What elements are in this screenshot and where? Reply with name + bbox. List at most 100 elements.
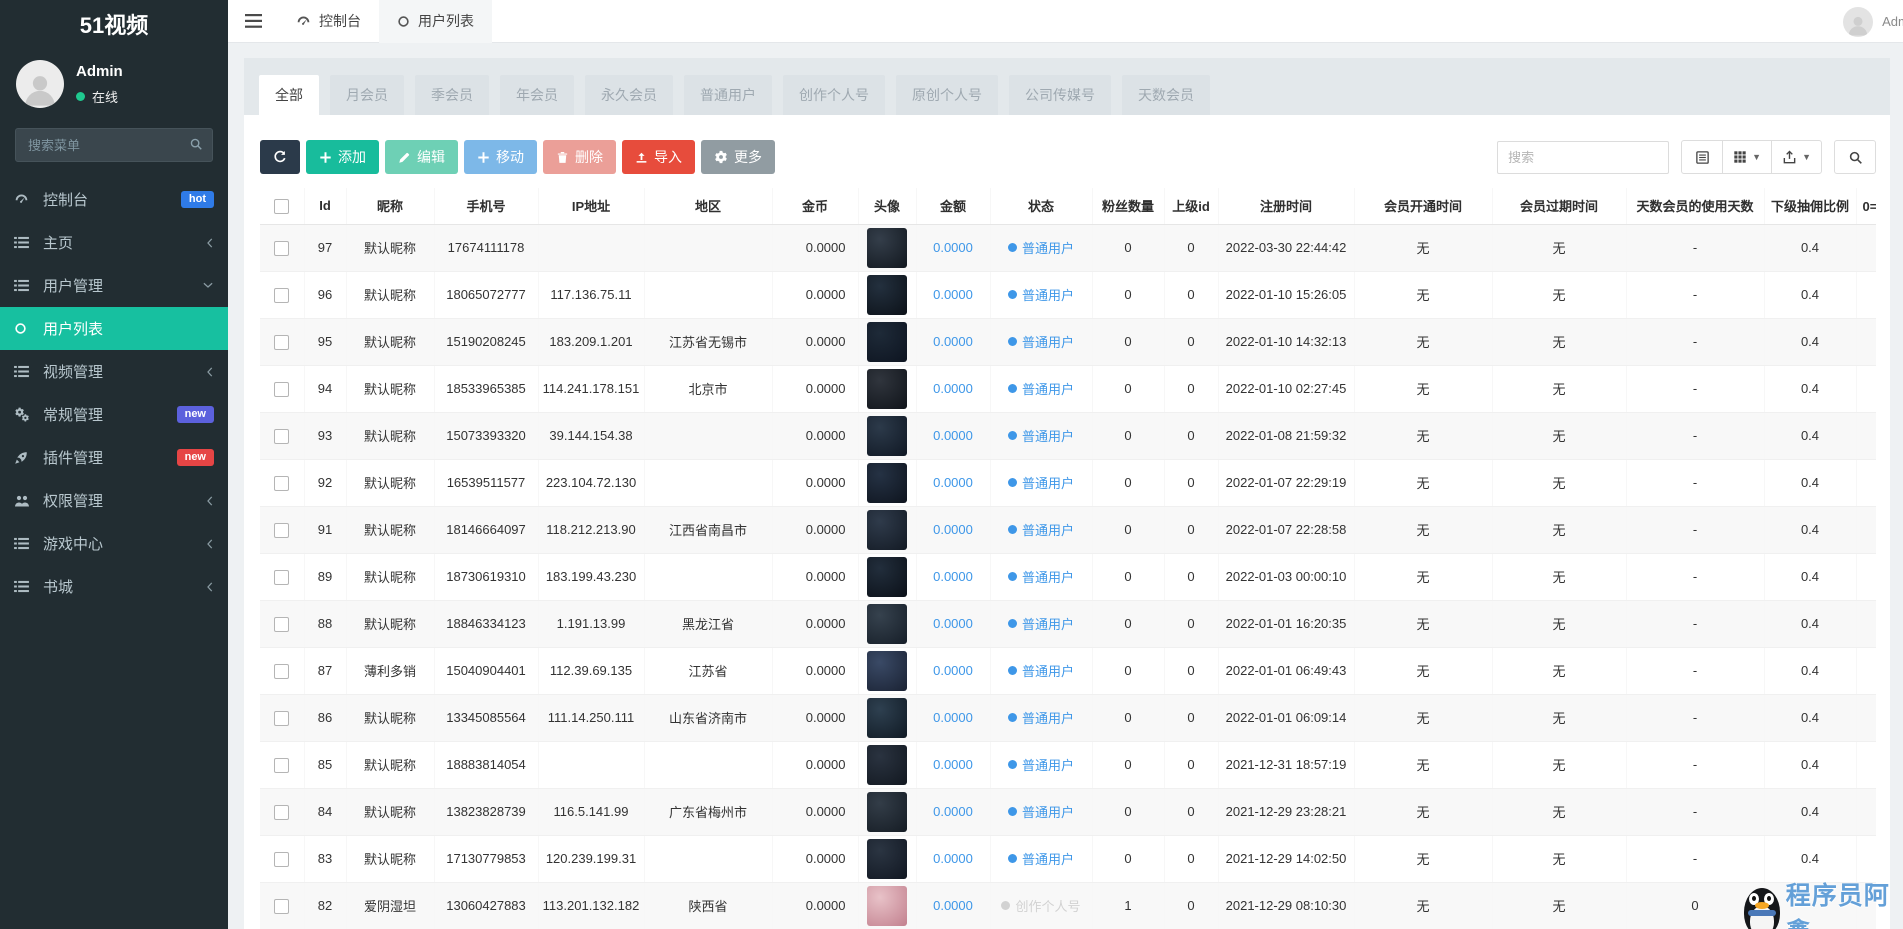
sidebar-item-插件管理[interactable]: 插件管理new <box>0 436 228 479</box>
amount-link[interactable]: 0.0000 <box>933 804 973 819</box>
cell-fans: 0 <box>1092 647 1164 694</box>
cell-ip: 183.199.43.230 <box>538 553 644 600</box>
amount-link[interactable]: 0.0000 <box>933 428 973 443</box>
refresh-icon <box>273 150 287 164</box>
row-checkbox[interactable] <box>274 664 289 679</box>
refresh-button[interactable] <box>260 140 300 174</box>
sidebar-item-游戏中心[interactable]: 游戏中心 <box>0 522 228 565</box>
row-checkbox[interactable] <box>274 711 289 726</box>
cell-nickname: 默认昵称 <box>346 318 434 365</box>
amount-link[interactable]: 0.0000 <box>933 569 973 584</box>
columns-view-button[interactable]: ▼ <box>1722 140 1772 174</box>
cell-vip-open: 无 <box>1354 412 1492 459</box>
amount-link[interactable]: 0.0000 <box>933 616 973 631</box>
topbar-user[interactable]: Admin <box>1843 0 1903 43</box>
import-button[interactable]: 导入 <box>622 140 695 174</box>
row-checkbox[interactable] <box>274 570 289 585</box>
cell-actions <box>1856 647 1876 694</box>
detail-view-button[interactable] <box>1681 140 1723 174</box>
cell-status: 普通用户 <box>990 224 1092 271</box>
filter-tab-年会员[interactable]: 年会员 <box>500 75 574 115</box>
filter-tab-公司传媒号[interactable]: 公司传媒号 <box>1009 75 1111 115</box>
filter-tab-全部[interactable]: 全部 <box>259 75 319 115</box>
amount-link[interactable]: 0.0000 <box>933 663 973 678</box>
row-checkbox[interactable] <box>274 758 289 773</box>
hamburger-menu-icon[interactable] <box>228 0 278 43</box>
sidebar-item-书城[interactable]: 书城 <box>0 565 228 608</box>
add-button[interactable]: 添加 <box>306 140 379 174</box>
cell-id: 89 <box>304 553 346 600</box>
sidebar-item-常规管理[interactable]: 常规管理new <box>0 393 228 436</box>
topbar-tab-控制台[interactable]: 控制台 <box>278 0 379 43</box>
more-button[interactable]: 更多 <box>701 140 775 174</box>
filter-tab-月会员[interactable]: 月会员 <box>330 75 404 115</box>
amount-link[interactable]: 0.0000 <box>933 334 973 349</box>
cell-vip-open: 无 <box>1354 600 1492 647</box>
table-row: 82爱阴湿坦13060427883113.201.132.182陕西省0.000… <box>260 882 1876 929</box>
row-checkbox[interactable] <box>274 241 289 256</box>
amount-link[interactable]: 0.0000 <box>933 381 973 396</box>
amount-link[interactable]: 0.0000 <box>933 898 973 913</box>
status-dot-icon <box>1008 337 1017 346</box>
row-checkbox[interactable] <box>274 476 289 491</box>
cell-id: 97 <box>304 224 346 271</box>
row-checkbox[interactable] <box>274 805 289 820</box>
cell-select <box>260 224 304 271</box>
advanced-search-button[interactable] <box>1834 140 1876 174</box>
table-row: 93默认昵称1507339332039.144.154.380.00000.00… <box>260 412 1876 459</box>
filter-tab-季会员[interactable]: 季会员 <box>415 75 489 115</box>
sidebar-item-用户管理[interactable]: 用户管理 <box>0 264 228 307</box>
move-button[interactable]: 移动 <box>464 140 537 174</box>
edit-button[interactable]: 编辑 <box>385 140 458 174</box>
table-search-input[interactable] <box>1497 141 1669 174</box>
sidebar: 51视频 Admin 在线 控制台hot主页用户管理用户列表视 <box>0 0 228 929</box>
filter-tab-普通用户[interactable]: 普通用户 <box>684 75 772 115</box>
sidebar-item-权限管理[interactable]: 权限管理 <box>0 479 228 522</box>
row-checkbox[interactable] <box>274 382 289 397</box>
sidebar-search-input[interactable] <box>15 128 213 162</box>
amount-link[interactable]: 0.0000 <box>933 851 973 866</box>
amount-link[interactable]: 0.0000 <box>933 522 973 537</box>
filter-tab-天数会员[interactable]: 天数会员 <box>1122 75 1210 115</box>
cell-id: 83 <box>304 835 346 882</box>
sidebar-item-控制台[interactable]: 控制台hot <box>0 178 228 221</box>
topbar-tab-用户列表[interactable]: 用户列表 <box>379 0 492 43</box>
row-checkbox[interactable] <box>274 617 289 632</box>
cell-vip-expire: 无 <box>1492 412 1626 459</box>
column-上级id: 上级id <box>1164 188 1218 224</box>
filter-tab-创作个人号[interactable]: 创作个人号 <box>783 75 885 115</box>
cell-status: 普通用户 <box>990 412 1092 459</box>
amount-link[interactable]: 0.0000 <box>933 710 973 725</box>
sidebar-item-用户列表[interactable]: 用户列表 <box>0 307 228 350</box>
row-checkbox[interactable] <box>274 288 289 303</box>
filter-tab-永久会员[interactable]: 永久会员 <box>585 75 673 115</box>
row-checkbox[interactable] <box>274 523 289 538</box>
row-checkbox[interactable] <box>274 429 289 444</box>
cell-nickname: 默认昵称 <box>346 365 434 412</box>
select-all-checkbox[interactable] <box>274 199 289 214</box>
export-button[interactable]: ▼ <box>1771 140 1822 174</box>
row-checkbox[interactable] <box>274 852 289 867</box>
amount-link[interactable]: 0.0000 <box>933 287 973 302</box>
sidebar-profile: Admin 在线 <box>0 52 228 126</box>
delete-button[interactable]: 删除 <box>543 140 616 174</box>
cell-phone: 18533965385 <box>434 365 538 412</box>
cell-status: 普通用户 <box>990 553 1092 600</box>
row-checkbox[interactable] <box>274 335 289 350</box>
amount-link[interactable]: 0.0000 <box>933 475 973 490</box>
amount-link[interactable]: 0.0000 <box>933 757 973 772</box>
column-头像: 头像 <box>858 188 916 224</box>
status-label: 普通用户 <box>1022 285 1074 304</box>
cell-parent-id: 0 <box>1164 271 1218 318</box>
status-badge: 普通用户 <box>1008 285 1074 304</box>
sidebar-item-视频管理[interactable]: 视频管理 <box>0 350 228 393</box>
row-checkbox[interactable] <box>274 899 289 914</box>
cell-amount: 0.0000 <box>916 600 990 647</box>
cell-avatar <box>858 224 916 271</box>
sidebar-item-主页[interactable]: 主页 <box>0 221 228 264</box>
cell-ip: 118.212.213.90 <box>538 506 644 553</box>
filter-tab-原创个人号[interactable]: 原创个人号 <box>896 75 998 115</box>
amount-link[interactable]: 0.0000 <box>933 240 973 255</box>
cell-ip: 114.241.178.151 <box>538 365 644 412</box>
user-avatar <box>867 839 907 879</box>
